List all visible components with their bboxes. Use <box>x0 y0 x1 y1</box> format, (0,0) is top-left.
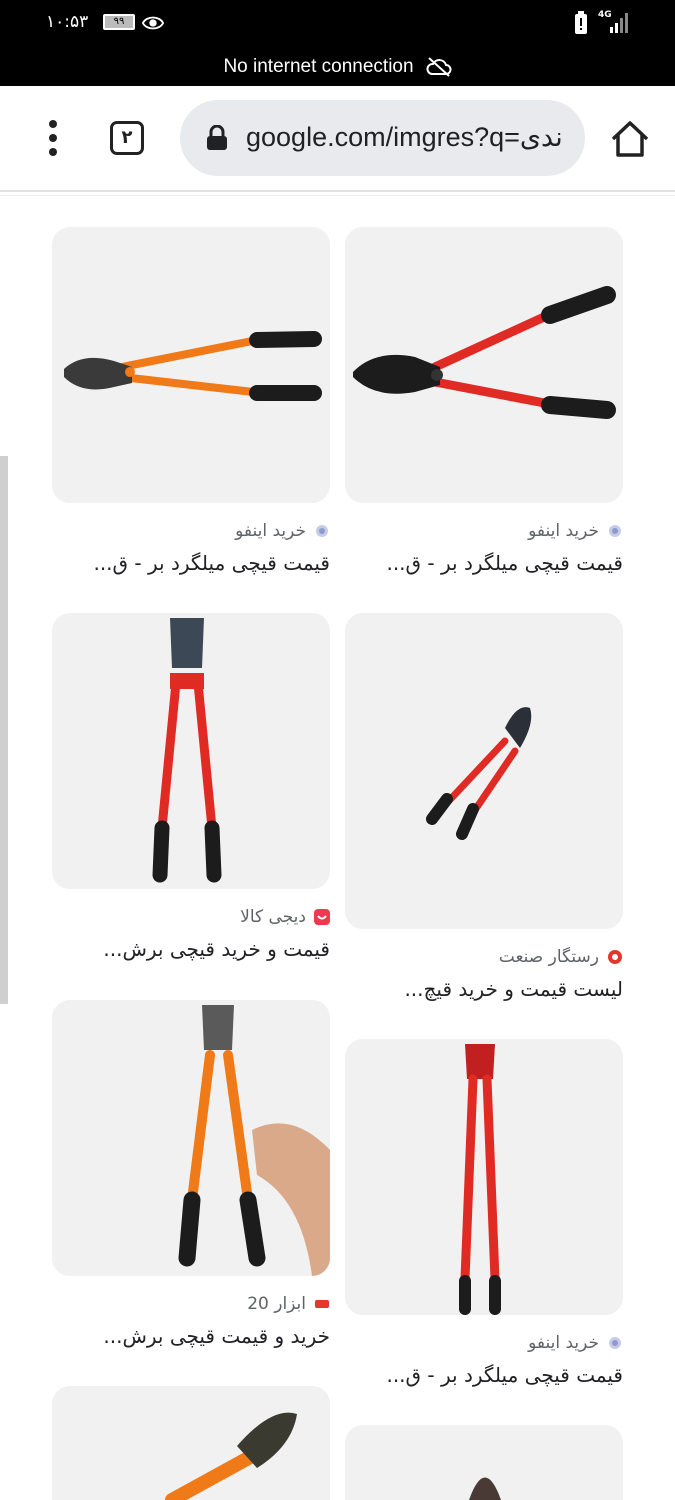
source-name[interactable]: خرید اینفو <box>235 521 306 541</box>
offline-banner: No internet connection <box>0 48 675 86</box>
status-time: ۱۰:۵۳ <box>46 12 89 32</box>
result-source[interactable]: خرید اینفو <box>345 519 623 543</box>
result-source[interactable]: دیجی کالا <box>52 905 330 929</box>
source-name[interactable]: ابزار 20 <box>247 1294 306 1314</box>
image-result-card[interactable]: رستگار صنعت لیست قیمت و خرید قیچ... <box>345 613 623 1001</box>
image-result-card[interactable]: خرید اینفو قیمت قیچی میلگرد بر - ق... <box>345 227 623 575</box>
bolt-cutter-image <box>345 1425 623 1500</box>
result-image[interactable] <box>345 1039 623 1315</box>
url-text[interactable]: google.com/imgres?q=ندی <box>246 122 572 153</box>
image-result-card[interactable]: خرید اینفو قیمت قیچی میلگرد بر - ق... <box>345 1039 623 1387</box>
offline-text: No internet connection <box>223 56 414 77</box>
result-title[interactable]: خرید و قیمت قیچی برش... <box>52 1324 330 1348</box>
result-title[interactable]: قیمت قیچی میلگرد بر - ق... <box>52 551 330 575</box>
image-result-card[interactable] <box>345 1425 623 1500</box>
scroll-indicator[interactable] <box>0 456 8 1004</box>
abzar20-logo-icon <box>315 1300 329 1308</box>
source-name[interactable]: خرید اینفو <box>528 521 599 541</box>
result-image[interactable] <box>345 613 623 929</box>
bolt-cutter-image <box>52 613 330 889</box>
image-result-card[interactable] <box>52 1386 330 1500</box>
result-source[interactable]: رستگار صنعت <box>345 945 623 969</box>
source-name[interactable]: خرید اینفو <box>528 1333 599 1353</box>
bolt-cutter-image <box>52 227 330 503</box>
result-image[interactable] <box>52 227 330 503</box>
signal-icon <box>610 13 628 33</box>
globe-icon <box>609 1337 621 1349</box>
digikala-icon <box>314 909 330 925</box>
result-image[interactable] <box>52 1386 330 1500</box>
result-source[interactable]: ابزار 20 <box>52 1292 330 1316</box>
bolt-cutter-image <box>345 227 623 503</box>
cloud-off-icon <box>426 57 452 77</box>
result-source[interactable]: خرید اینفو <box>52 519 330 543</box>
bolt-cutter-image <box>52 1386 330 1500</box>
address-bar[interactable]: google.com/imgres?q=ندی <box>180 100 585 176</box>
home-icon[interactable] <box>609 118 651 160</box>
source-name[interactable]: دیجی کالا <box>240 907 306 927</box>
result-title[interactable]: لیست قیمت و خرید قیچ... <box>345 977 623 1001</box>
tab-switcher-button[interactable]: ۲ <box>110 121 144 155</box>
source-name[interactable]: رستگار صنعت <box>499 947 599 967</box>
image-result-card[interactable]: خرید اینفو قیمت قیچی میلگرد بر - ق... <box>52 227 330 575</box>
result-source[interactable]: خرید اینفو <box>345 1331 623 1355</box>
result-image[interactable] <box>345 1425 623 1500</box>
result-title[interactable]: قیمت و خرید قیچی برش... <box>52 937 330 961</box>
gear-logo-icon <box>608 950 622 964</box>
battery-indicator: ۹۹ <box>103 14 135 30</box>
result-image[interactable] <box>345 227 623 503</box>
eye-icon <box>142 16 164 30</box>
result-image[interactable] <box>52 613 330 889</box>
battery-icon <box>575 11 587 34</box>
browser-toolbar: ۲ google.com/imgres?q=ندی <box>0 86 675 190</box>
bolt-cutter-image <box>345 613 623 929</box>
status-bar: ۱۰:۵۳ ۹۹ 4G <box>0 0 675 48</box>
result-image[interactable] <box>52 1000 330 1276</box>
globe-icon <box>316 525 328 537</box>
bolt-cutter-image <box>52 1000 330 1276</box>
result-title[interactable]: قیمت قیچی میلگرد بر - ق... <box>345 551 623 575</box>
bolt-cutter-image <box>345 1039 623 1315</box>
image-result-card[interactable]: ابزار 20 خرید و قیمت قیچی برش... <box>52 1000 330 1348</box>
lock-icon[interactable] <box>206 125 228 151</box>
result-title[interactable]: قیمت قیچی میلگرد بر - ق... <box>345 1363 623 1387</box>
globe-icon <box>609 525 621 537</box>
image-result-card[interactable]: دیجی کالا قیمت و خرید قیچی برش... <box>52 613 330 961</box>
more-options-icon[interactable] <box>36 114 70 162</box>
toolbar-divider <box>0 190 675 196</box>
